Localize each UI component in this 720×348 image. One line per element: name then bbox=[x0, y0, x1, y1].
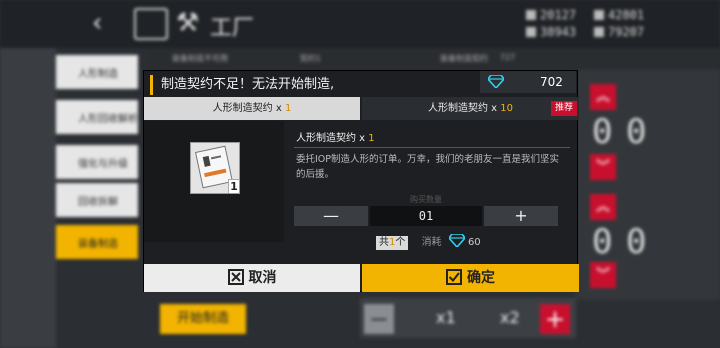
decrease-button[interactable]: ︾ bbox=[590, 262, 616, 288]
quantity-stepper: — 01 + bbox=[294, 206, 562, 226]
quantity-label: 购买数量 bbox=[410, 195, 442, 204]
total-count-badge: 共1个 bbox=[376, 236, 409, 250]
tools-icon: ⚒ bbox=[176, 8, 200, 38]
cancel-button[interactable]: 取消 bbox=[144, 264, 360, 292]
contract-multiplier: x1 bbox=[436, 308, 456, 327]
quantity-plus-button[interactable]: + bbox=[484, 206, 558, 226]
tab-contract-x10[interactable]: 人形制造契约 x 10 推荐 bbox=[362, 97, 579, 120]
close-icon bbox=[227, 269, 244, 285]
side-menu-analysis[interactable]: 人形回收解析 bbox=[56, 100, 138, 134]
contract-multiplier: x2 bbox=[500, 308, 520, 327]
recommend-badge: 推荐 bbox=[550, 101, 577, 116]
quantity-minus-button[interactable]: — bbox=[294, 206, 368, 226]
side-menu-enhance[interactable]: 强化与升级 bbox=[56, 145, 138, 179]
check-icon bbox=[446, 269, 462, 285]
sub-bar: 装备制造不可用 契约1 装备制造契约 727 bbox=[150, 48, 720, 70]
divider bbox=[294, 147, 570, 148]
item-title: 人形制造契约 x 1 bbox=[296, 133, 375, 144]
gem-balance: 702 bbox=[480, 71, 576, 93]
increase-button[interactable]: ︽ bbox=[590, 194, 616, 220]
warning-message: 制造契约不足！无法开始制造, bbox=[150, 75, 334, 95]
purchase-dialog: 制造契约不足！无法开始制造, 702 人形制造契约 x 1 人形制造契约 x 1… bbox=[143, 70, 579, 292]
resource-parts: 79207 bbox=[594, 25, 644, 39]
resource-rations: 38943 bbox=[526, 25, 576, 39]
item-preview: 1 60 bbox=[144, 121, 284, 292]
dialog-actions: 取消 确定 bbox=[144, 264, 579, 292]
total-cost: 60 bbox=[467, 237, 481, 248]
gem-icon bbox=[448, 234, 465, 247]
plus-button[interactable]: + bbox=[540, 304, 570, 334]
resource-digit: 0 bbox=[626, 222, 647, 262]
item-count: 1 bbox=[228, 179, 239, 193]
decrease-button[interactable]: ︾ bbox=[590, 154, 616, 180]
contract-tabs: 人形制造契约 x 1 人形制造契约 x 10 推荐 bbox=[144, 97, 579, 120]
contract-card-icon: 1 bbox=[190, 142, 240, 194]
item-description: 委托IOP制造人形的订单。万幸，我们的老朋友一直是我们坚实的后援。 bbox=[296, 154, 560, 180]
tab-contract-x1[interactable]: 人形制造契约 x 1 bbox=[144, 97, 360, 120]
confirm-button[interactable]: 确定 bbox=[362, 264, 579, 292]
purchase-summary: 共1个 消耗 60 bbox=[376, 233, 481, 250]
side-menu-production[interactable]: 人形制造 bbox=[56, 55, 138, 89]
resource-digit: 0 bbox=[626, 112, 647, 152]
resource-manpower: 20127 bbox=[526, 8, 576, 22]
resource-digit: 0 bbox=[592, 112, 613, 152]
resource-digit: 0 bbox=[592, 222, 613, 262]
resource-ammo: 42801 bbox=[594, 8, 644, 22]
minus-button[interactable]: − bbox=[364, 304, 394, 334]
gem-icon bbox=[488, 75, 504, 88]
increase-button[interactable]: ︽ bbox=[590, 84, 616, 110]
side-menu-retire[interactable]: 回收拆解 bbox=[56, 183, 138, 217]
screen-title: 工厂 bbox=[210, 16, 255, 41]
start-production-button[interactable]: 开始制造 bbox=[160, 304, 246, 334]
background-left-panel bbox=[0, 48, 56, 348]
back-icon[interactable]: ‹ bbox=[92, 8, 102, 38]
item-details: 人形制造契约 x 1 委托IOP制造人形的订单。万幸，我们的老朋友一直是我们坚实… bbox=[292, 121, 577, 250]
factory-tab-icon[interactable] bbox=[134, 8, 168, 40]
quantity-value[interactable]: 01 bbox=[370, 206, 482, 226]
side-menu-equipment[interactable]: 装备制造 bbox=[56, 225, 138, 259]
